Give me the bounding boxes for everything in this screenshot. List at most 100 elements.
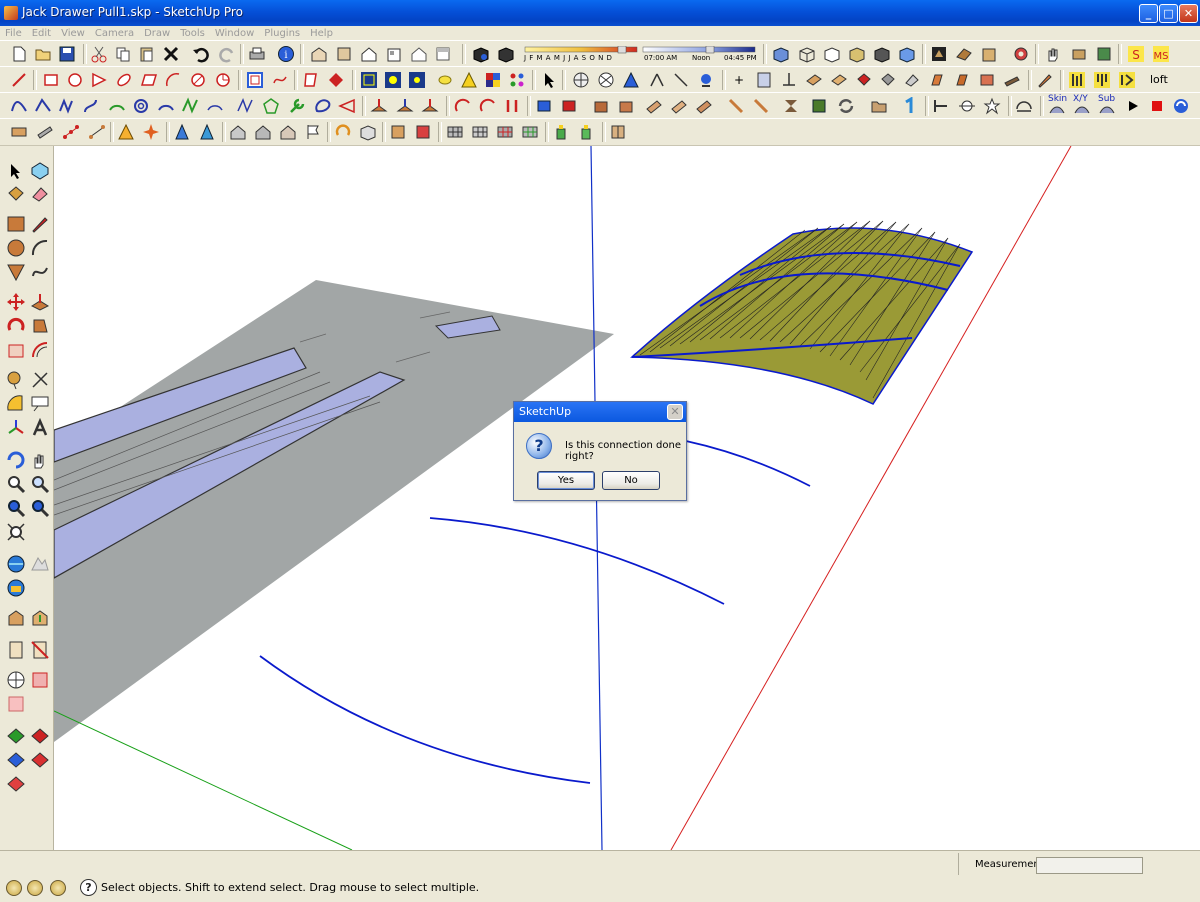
flag-icon[interactable] [304, 123, 322, 141]
menu-window[interactable]: Window [210, 28, 259, 40]
tape-measure-tool-icon[interactable] [6, 370, 26, 390]
zoom-extents-icon[interactable] [6, 522, 26, 542]
iso-view-icon[interactable] [310, 45, 328, 63]
joint-icon-3[interactable] [421, 97, 439, 115]
move-tool-icon[interactable] [6, 292, 26, 312]
maximize-button[interactable]: □ [1159, 4, 1178, 23]
line-tool-icon[interactable] [10, 71, 28, 89]
paste-icon[interactable] [138, 45, 156, 63]
orbit-arrow-icon[interactable] [334, 123, 352, 141]
grid-box-icon-4[interactable] [521, 123, 539, 141]
red-block-icon[interactable] [414, 123, 432, 141]
sandbox-icon-4[interactable] [30, 750, 50, 770]
axes-tool-icon[interactable] [6, 418, 26, 438]
warning-triangle-icon[interactable] [117, 123, 135, 141]
save-icon[interactable] [58, 45, 76, 63]
scatter-icon-1[interactable] [727, 97, 745, 115]
pan-tool-icon[interactable] [30, 450, 50, 470]
geo-location-icon[interactable] [6, 880, 22, 896]
no-dimensions-icon[interactable] [30, 640, 50, 660]
display-shadows-icon[interactable] [497, 45, 515, 63]
undo-icon[interactable] [192, 45, 210, 63]
menu-tools[interactable]: Tools [175, 28, 210, 40]
tape-icon-1[interactable] [10, 123, 28, 141]
gear-icon[interactable] [1012, 45, 1030, 63]
pencil-line-icon[interactable] [672, 71, 690, 89]
previous-view-icon[interactable] [6, 498, 26, 518]
rotate-icon-2[interactable] [479, 97, 497, 115]
cube-green-icon[interactable] [810, 97, 828, 115]
eraser-icon[interactable] [903, 71, 921, 89]
hand-select-icon[interactable] [1044, 45, 1062, 63]
wrench-icon[interactable] [288, 97, 306, 115]
select-arrow-icon[interactable] [540, 71, 558, 89]
align-icon-3[interactable] [1118, 71, 1136, 89]
bucket-icon-2[interactable] [879, 71, 897, 89]
crate-icon-1[interactable] [592, 97, 610, 115]
polygon-outline-icon[interactable] [262, 97, 280, 115]
user-status-icon[interactable] [50, 880, 66, 896]
model-info-icon[interactable]: i [277, 45, 295, 63]
menu-file[interactable]: File [0, 28, 27, 40]
up-down-arrows-icon[interactable] [503, 97, 521, 115]
add-location-icon[interactable] [6, 554, 26, 574]
polygon-tool-icon[interactable] [90, 71, 108, 89]
get-models-icon[interactable] [980, 45, 998, 63]
geodesic-icon[interactable] [597, 71, 615, 89]
board-icon-2[interactable] [830, 71, 848, 89]
walk-tool-icon[interactable] [1095, 45, 1113, 63]
orbit-tool-icon[interactable] [6, 450, 26, 470]
scatter-icon-2[interactable] [752, 97, 770, 115]
toolbar-grid-icon-3[interactable] [408, 71, 426, 89]
menu-camera[interactable]: Camera [90, 28, 139, 40]
loft-button[interactable]: loft [1150, 73, 1168, 86]
redo-icon[interactable] [218, 45, 236, 63]
pyramid-icon[interactable] [622, 71, 640, 89]
pencil-tool-icon[interactable] [30, 214, 50, 234]
measurements-input[interactable] [1036, 857, 1143, 874]
toolbar-grid-icon-2[interactable] [384, 71, 402, 89]
plugin-s-icon[interactable]: S [1127, 45, 1145, 63]
wireframe-style-icon[interactable] [798, 45, 816, 63]
stop-icon[interactable] [1148, 97, 1166, 115]
materials-icon[interactable] [955, 45, 973, 63]
curve-tool-icon-1[interactable] [10, 97, 28, 115]
rotate-icon-1[interactable] [454, 97, 472, 115]
get-current-view-icon[interactable] [6, 578, 26, 598]
menu-edit[interactable]: Edit [27, 28, 56, 40]
number-one-icon[interactable] [900, 97, 918, 115]
fork-icon[interactable] [648, 71, 666, 89]
menu-draw[interactable]: Draw [139, 28, 175, 40]
offset-tool-icon[interactable] [30, 340, 50, 360]
block-icon-1[interactable] [928, 71, 946, 89]
dialog-close-button[interactable]: ✕ [667, 404, 683, 420]
arc-blue-icon[interactable] [157, 97, 175, 115]
look-around-icon[interactable] [6, 694, 26, 714]
twist-icon[interactable] [782, 97, 800, 115]
sandbox-icon-3[interactable] [6, 750, 26, 770]
front-view-icon[interactable] [360, 45, 378, 63]
diamond-fill-icon[interactable] [327, 71, 345, 89]
help-icon[interactable]: ? [80, 879, 97, 896]
next-view-icon[interactable] [30, 498, 50, 518]
left-view-icon[interactable] [434, 45, 452, 63]
circle-slash-icon[interactable] [189, 71, 207, 89]
sandbox-icon-2[interactable] [30, 726, 50, 746]
circle-tool-icon[interactable] [66, 71, 84, 89]
menu-plugins[interactable]: Plugins [259, 28, 305, 40]
n-curve-icon[interactable] [236, 97, 254, 115]
sphere-icon[interactable] [572, 71, 590, 89]
paint-bucket-icon[interactable] [855, 71, 873, 89]
monochrome-style-icon[interactable] [898, 45, 916, 63]
arc-tool-icon[interactable] [164, 71, 182, 89]
3d-text-tool-icon[interactable] [30, 418, 50, 438]
door-icon[interactable] [609, 123, 627, 141]
paint-bucket-tool-icon[interactable] [6, 184, 26, 204]
erase-delete-icon[interactable] [162, 45, 180, 63]
shaded-textures-style-icon[interactable] [873, 45, 891, 63]
plugin-ms-icon[interactable]: MS [1152, 45, 1170, 63]
polygon-tool-large-icon[interactable] [6, 262, 26, 282]
panel-icon[interactable] [755, 71, 773, 89]
section-plane-icon[interactable] [30, 670, 50, 690]
house-icon-1[interactable] [229, 123, 247, 141]
